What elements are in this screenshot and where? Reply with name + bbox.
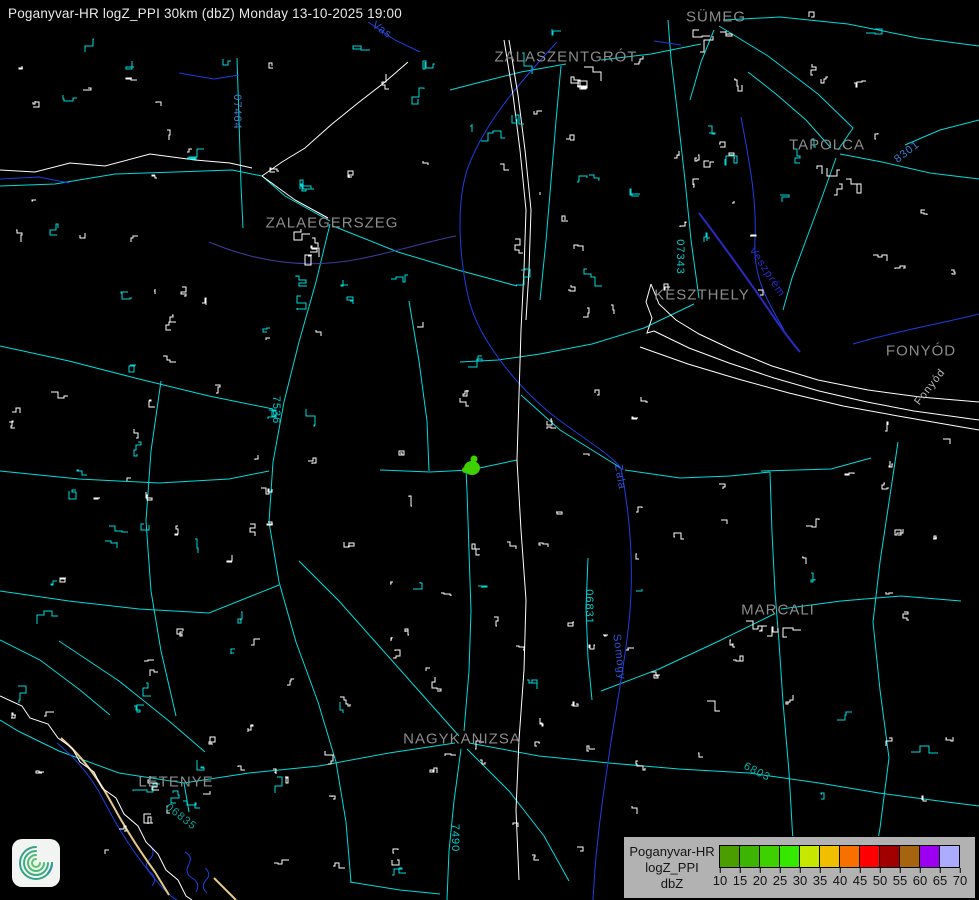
legend-color-cell <box>879 845 900 868</box>
legend-tick: 55 <box>893 873 907 888</box>
radar-title: Poganyvar-HR logZ_PPI 30km (dbZ) Monday … <box>8 6 402 21</box>
legend-text-block: Poganyvar-HR logZ_PPI dbZ <box>624 837 720 898</box>
legend-tick-row: 10152025303540455055606570 <box>720 868 975 898</box>
legend-tick: 20 <box>753 873 767 888</box>
met-spiral-logo <box>12 839 60 887</box>
legend-color-cell <box>899 845 920 868</box>
legend-color-cell <box>759 845 780 868</box>
legend-tick: 35 <box>813 873 827 888</box>
legend-color-cell <box>779 845 800 868</box>
legend-color-cell <box>919 845 940 868</box>
legend-tick: 65 <box>933 873 947 888</box>
legend-unit: dbZ <box>661 876 683 892</box>
legend-tick: 50 <box>873 873 887 888</box>
radar-map-view: Poganyvar-HR logZ_PPI 30km (dbZ) Monday … <box>0 0 979 900</box>
river-network <box>0 22 979 900</box>
legend-panel: Poganyvar-HR logZ_PPI dbZ 10 15 20 25 30 35 40… <box>623 836 976 899</box>
legend-source: Poganyvar-HR <box>629 844 714 860</box>
legend-color-cell <box>859 845 880 868</box>
met-spiral-logo-icon <box>12 839 60 887</box>
legend-tick: 70 <box>953 873 967 888</box>
legend-tick: 15 <box>733 873 747 888</box>
radar-echo <box>462 456 480 476</box>
legend-color-cell <box>719 845 740 868</box>
legend-colorbar-wrap: 10152025303540455055606570 <box>720 837 975 898</box>
legend-tick: 25 <box>773 873 787 888</box>
base-map <box>0 0 979 900</box>
legend-color-cell <box>739 845 760 868</box>
legend-tick: 40 <box>833 873 847 888</box>
minor-road-network <box>0 17 979 900</box>
legend-tick: 10 <box>713 873 727 888</box>
legend-colorbar <box>720 845 960 868</box>
legend-product: logZ_PPI <box>645 860 698 876</box>
legend-color-cell <box>839 845 860 868</box>
legend-color-cell <box>819 845 840 868</box>
legend-color-cell <box>799 845 820 868</box>
legend-tick: 30 <box>793 873 807 888</box>
legend-tick: 45 <box>853 873 867 888</box>
legend-color-cell <box>939 845 960 868</box>
legend-tick: 60 <box>913 873 927 888</box>
